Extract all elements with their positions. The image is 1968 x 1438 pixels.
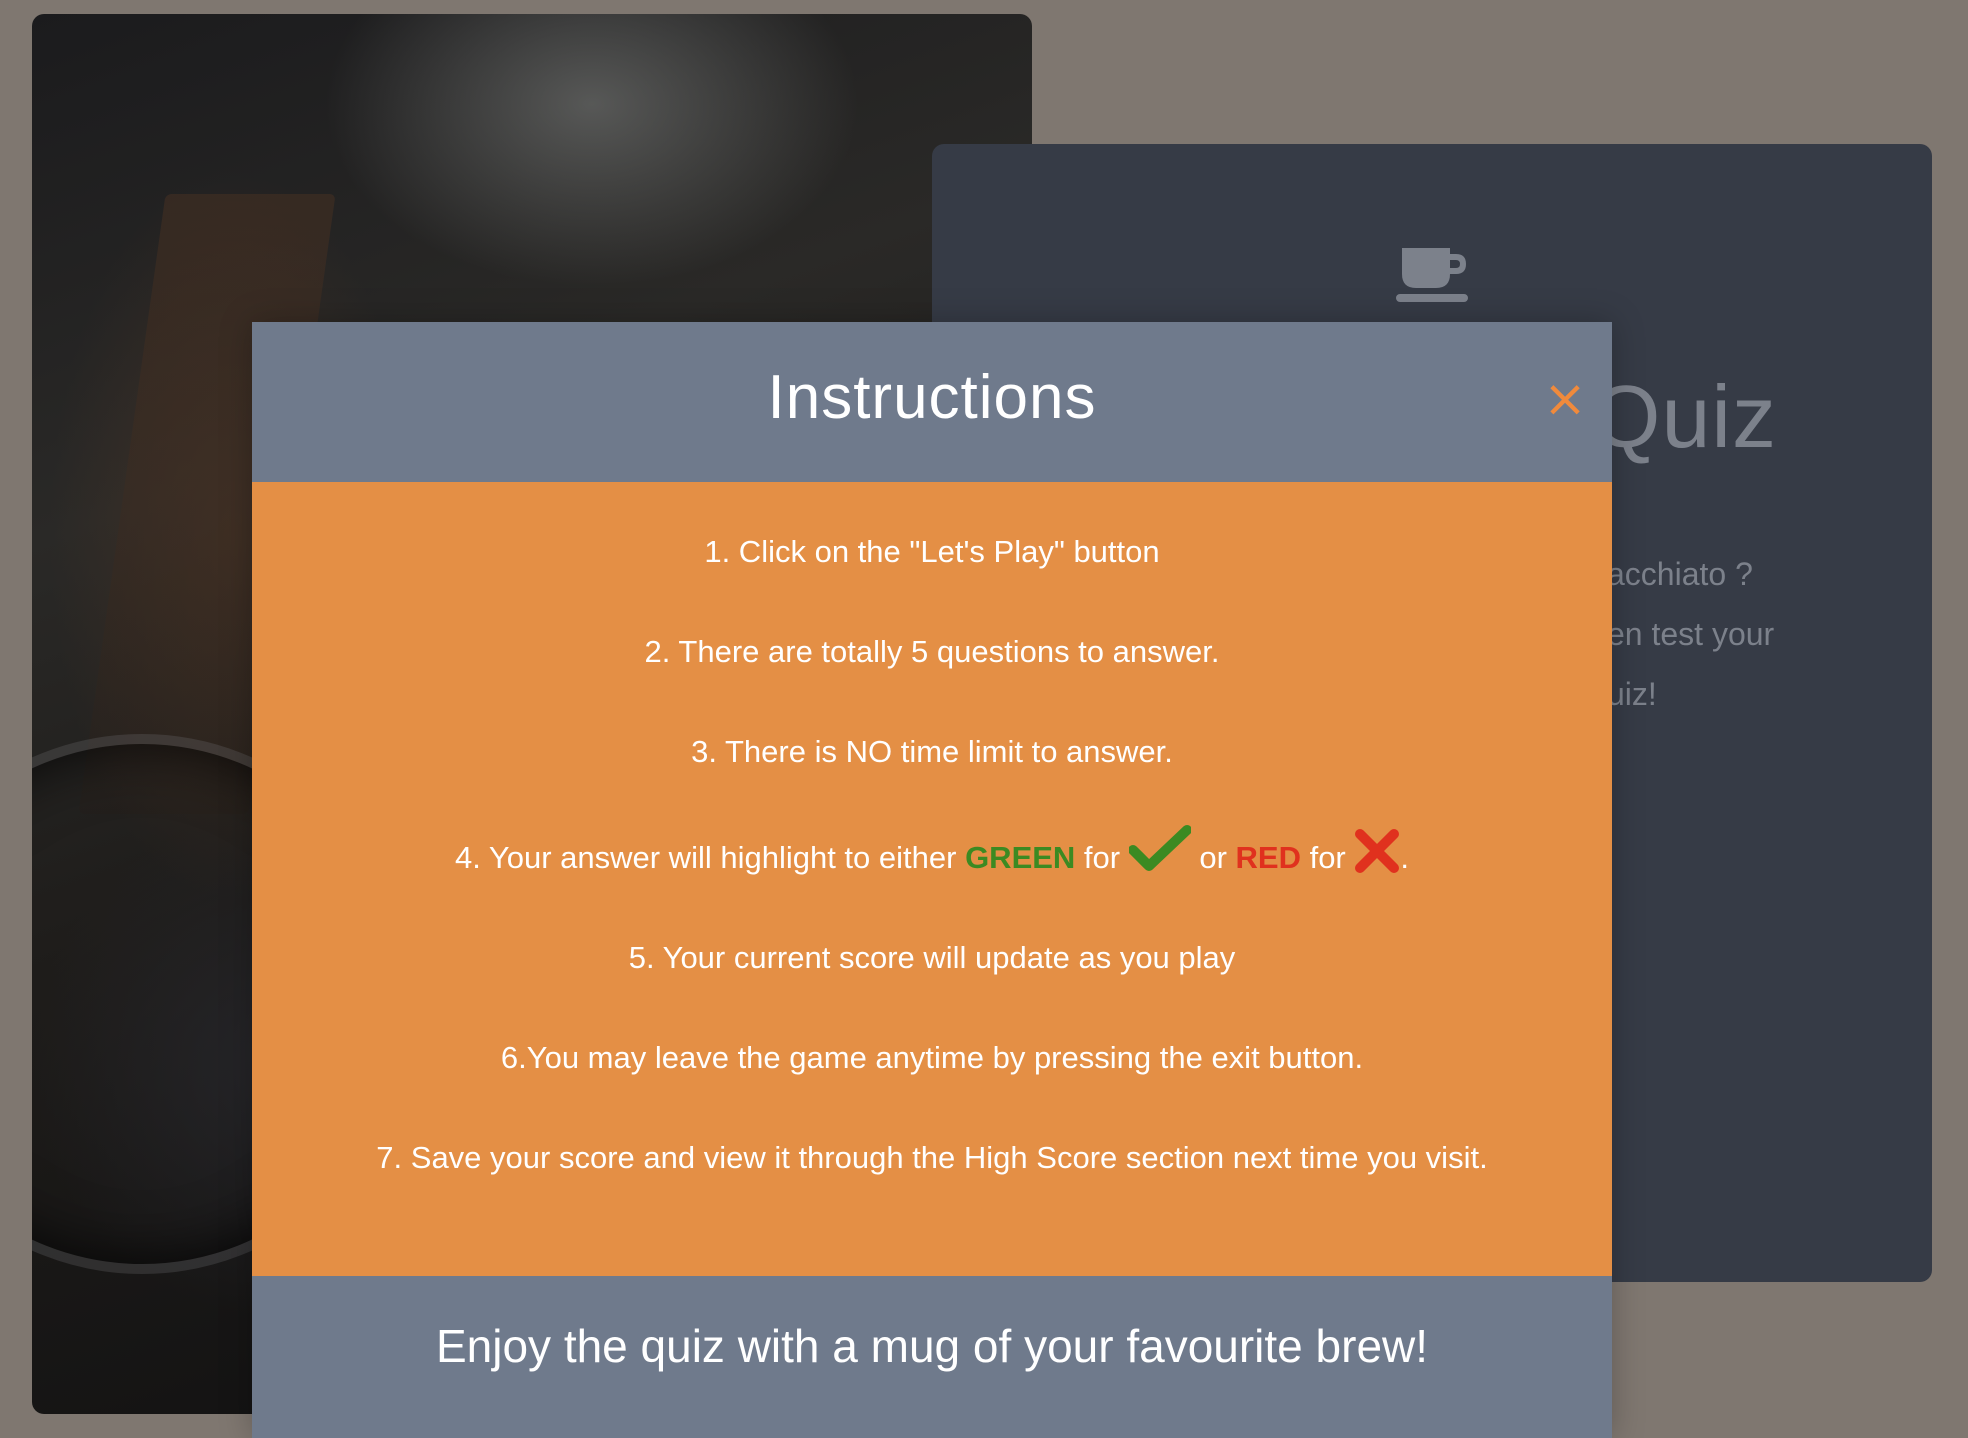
mug-icon xyxy=(1394,244,1474,304)
modal-header: Instructions × xyxy=(252,322,1612,482)
instruction-6: 6.You may leave the game anytime by pres… xyxy=(500,1040,1364,1075)
instruction-2: 2. There are totally 5 questions to answ… xyxy=(644,634,1220,669)
modal-title: Instructions xyxy=(767,363,1097,432)
instructions-modal: Instructions × 1. Click on the "Let's Pl… xyxy=(252,322,1612,1438)
red-word: RED xyxy=(1235,840,1301,875)
instruction-4-for-1: for xyxy=(1075,840,1129,875)
instruction-3: 3. There is NO time limit to answer. xyxy=(691,734,1173,769)
intro-line-3: uiz! xyxy=(1607,676,1657,712)
intro-line-1: acchiato ? xyxy=(1607,556,1753,592)
intro-line-2: en test your xyxy=(1607,616,1775,652)
instruction-4-for-2: for xyxy=(1300,840,1355,875)
instruction-4-prefix: 4. Your answer will highlight to either xyxy=(454,840,966,875)
green-word: GREEN xyxy=(965,840,1076,875)
instruction-7: 7. Save your score and view it through t… xyxy=(376,1140,1488,1175)
instruction-4-or: or xyxy=(1190,840,1236,875)
checkmark-icon xyxy=(1127,824,1192,900)
modal-body: 1. Click on the "Let's Play" button 2. T… xyxy=(252,482,1612,1276)
close-button[interactable]: × xyxy=(1540,373,1590,425)
quiz-title: Quiz xyxy=(1592,367,1777,466)
cross-icon xyxy=(1354,828,1400,900)
instruction-4: 4. Your answer will highlight to either … xyxy=(252,822,1612,934)
instruction-4-suffix: . xyxy=(1400,840,1409,875)
instruction-1: 1. Click on the "Let's Play" button xyxy=(704,534,1160,569)
modal-footer: Enjoy the quiz with a mug of your favour… xyxy=(252,1276,1612,1438)
instruction-5: 5. Your current score will update as you… xyxy=(628,940,1236,975)
